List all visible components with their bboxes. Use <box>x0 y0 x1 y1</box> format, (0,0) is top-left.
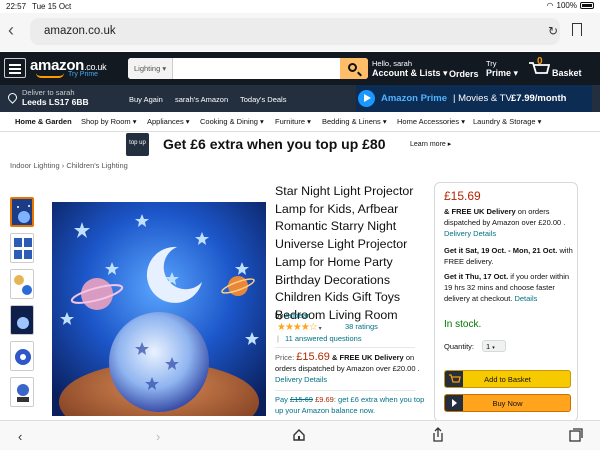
share-icon[interactable] <box>431 427 445 446</box>
nav-sarahs-amazon[interactable]: sarah's Amazon <box>175 95 228 104</box>
product-title: Star Night Light Projector Lamp for Kids… <box>275 184 414 322</box>
divider <box>275 390 415 391</box>
category-shop-by-room[interactable]: Shop by Room ▾ <box>81 117 136 126</box>
location-bar: Deliver to sarah Leeds LS17 6BB Buy Agai… <box>0 85 600 112</box>
battery-text: 100% <box>556 1 577 10</box>
topup-ad-banner[interactable]: top up Get £6 extra when you top up £80 … <box>126 132 478 157</box>
brand-link[interactable]: Arfbear <box>285 311 310 320</box>
add-to-basket-button[interactable]: Add to Basket <box>444 370 571 388</box>
buybox-delivery: & FREE UK Delivery on orders dispatched … <box>444 207 566 238</box>
back-chevron-icon[interactable]: ‹ <box>8 21 14 39</box>
prime-menu[interactable]: Try Prime ▾ <box>486 59 518 79</box>
divider <box>275 347 415 348</box>
topup-offer-link[interactable]: Pay £15.69 £9.69: get £6 extra when you … <box>275 394 425 416</box>
topup-logo: top up <box>126 133 149 156</box>
url-text: amazon.co.uk <box>44 25 116 37</box>
product-main-image[interactable] <box>52 202 266 416</box>
basket-count: 0 <box>537 56 543 67</box>
status-date: Tue 15 Oct <box>32 2 72 11</box>
breadcrumb-indoor-lighting[interactable]: Indoor Lighting <box>10 161 60 170</box>
menu-hamburger-icon[interactable] <box>4 58 26 78</box>
location-pin-icon <box>6 91 19 104</box>
forward-icon[interactable]: › <box>156 429 160 444</box>
product-byline: by Arfbear <box>275 311 310 320</box>
nav-todays-deals[interactable]: Today's Deals <box>240 95 286 104</box>
buybox-delivery-details-link[interactable]: Delivery Details <box>444 229 496 238</box>
account-menu[interactable]: Hello, sarah Account & Lists ▾ <box>372 59 448 79</box>
browser-toolbar: ‹ › <box>0 420 600 450</box>
basket-label: Basket <box>552 68 582 78</box>
stock-status: In stock. <box>444 319 482 330</box>
account-lists-label: Account & Lists ▾ <box>372 68 448 78</box>
thumbnail-3[interactable] <box>10 269 34 299</box>
orders-link[interactable]: Orders <box>449 69 479 79</box>
home-icon[interactable] <box>292 428 306 445</box>
status-time: 22:57 <box>6 2 27 11</box>
category-home-accessories[interactable]: Home Accessories ▾ <box>397 117 465 126</box>
nav-buy-again[interactable]: Buy Again <box>129 95 163 104</box>
quantity-label: Quantity: <box>444 342 475 351</box>
search-input[interactable] <box>174 58 340 79</box>
deliver-to[interactable]: Deliver to sarah Leeds LS17 6BB <box>22 88 89 107</box>
breadcrumb-childrens-lighting[interactable]: Children's Lighting <box>66 161 127 170</box>
ad-headline: Get £6 extra when you top up £80 <box>163 136 386 152</box>
ad-learn-more[interactable]: Learn more ▸ <box>410 140 451 148</box>
product-price-block: Price: £15.69 & FREE UK Delivery on orde… <box>275 351 420 385</box>
category-cooking-dining[interactable]: Cooking & Dining ▾ <box>200 117 264 126</box>
thumbnail-1[interactable] <box>10 197 34 227</box>
thumbnail-2[interactable] <box>10 233 34 263</box>
ios-status-bar: 22:57 Tue 15 Oct ◠ 100% <box>0 0 600 13</box>
search-bar: Lighting ▾ <box>128 58 368 79</box>
buybox-price: £15.69 <box>444 189 481 203</box>
amazon-header: amazon.co.uk Try Prime Lighting ▾ Hello,… <box>0 52 600 85</box>
details-link[interactable]: Details <box>514 294 537 303</box>
tabs-icon[interactable] <box>569 428 583 445</box>
product-price: £15.69 <box>296 351 330 363</box>
star-rating-icon[interactable]: ★★★★☆ ▾ <box>277 322 322 333</box>
thumbnail-4[interactable] <box>10 305 34 335</box>
breadcrumb: Indoor Lighting › Children's Lighting <box>10 161 128 170</box>
buy-now-button[interactable]: Buy Now <box>444 394 571 412</box>
category-nav: Home & Garden Shop by Room ▾ Appliances … <box>0 112 600 132</box>
search-category-select[interactable]: Lighting ▾ <box>128 58 173 79</box>
delivery-estimate-2: Get it Thu, 17 Oct. if you order within … <box>444 272 570 303</box>
play-icon <box>445 395 463 411</box>
delivery-details-link[interactable]: Delivery Details <box>275 375 327 384</box>
greeting: Hello, sarah <box>372 59 413 68</box>
thumbnail-6[interactable] <box>10 377 34 407</box>
try-prime-link[interactable]: Try Prime <box>68 71 98 78</box>
category-laundry-storage[interactable]: Laundry & Storage ▾ <box>473 117 541 126</box>
answered-questions-link[interactable]: 11 answered questions <box>285 333 362 344</box>
basket-button[interactable]: 0 Basket <box>528 56 582 80</box>
category-home-garden[interactable]: Home & Garden <box>15 117 72 126</box>
back-icon[interactable]: ‹ <box>18 429 22 444</box>
play-icon <box>358 90 375 107</box>
category-appliances[interactable]: Appliances ▾ <box>147 117 190 126</box>
browser-bar: ‹ amazon.co.uk ↻ <box>0 13 600 51</box>
ratings-link[interactable]: 38 ratings <box>345 321 378 332</box>
thumbnail-5[interactable] <box>10 341 34 371</box>
search-icon <box>348 63 357 72</box>
buy-box: £15.69 & FREE UK Delivery on orders disp… <box>434 182 578 422</box>
logo-smile <box>36 73 64 78</box>
prime-banner[interactable]: Amazon Prime | Movies & TV £7.99/month <box>356 85 592 112</box>
battery-icon <box>580 2 594 9</box>
quantity-select[interactable]: 1 ▾ <box>482 340 506 352</box>
category-bedding-linens[interactable]: Bedding & Linens ▾ <box>322 117 387 126</box>
search-button[interactable] <box>340 58 368 79</box>
category-furniture[interactable]: Furniture ▾ <box>275 117 311 126</box>
bookmark-icon[interactable] <box>572 23 582 36</box>
status-right: ◠ 100% <box>547 1 594 10</box>
reload-icon[interactable]: ↻ <box>548 24 558 38</box>
url-field[interactable]: amazon.co.uk <box>30 18 560 45</box>
cart-icon <box>445 371 463 387</box>
delivery-estimate-1: Get it Sat, 19 Oct. - Mon, 21 Oct. with … <box>444 246 573 266</box>
wifi-icon: ◠ <box>546 1 554 10</box>
